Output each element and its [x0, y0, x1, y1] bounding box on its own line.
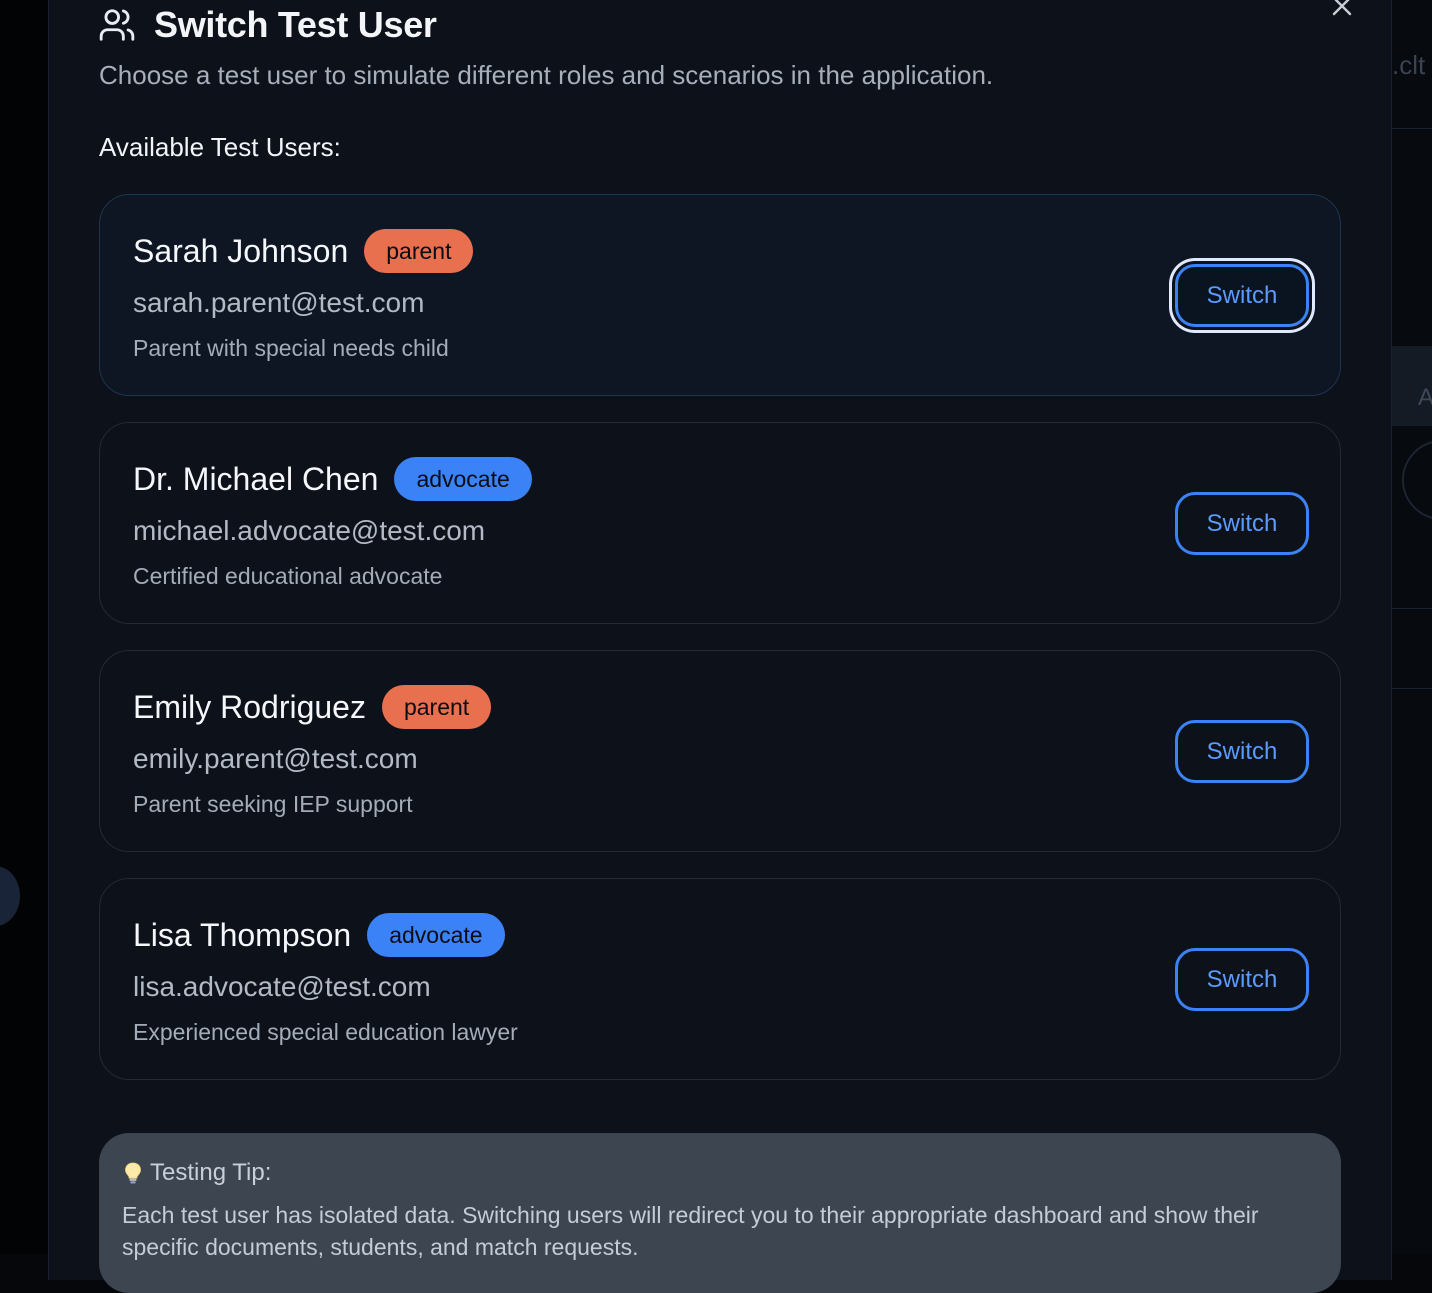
user-description: Experienced special education lawyer [133, 1019, 518, 1046]
tip-title: Testing Tip: [150, 1159, 271, 1187]
user-name-row: Lisa Thompson advocate [133, 913, 505, 957]
user-card-emily-rodriguez[interactable]: Emily Rodriguez parent emily.parent@test… [99, 650, 1341, 852]
user-email: michael.advocate@test.com [133, 515, 485, 547]
role-badge: parent [364, 229, 473, 273]
user-name: Sarah Johnson [133, 233, 348, 270]
role-badge: advocate [367, 913, 504, 957]
background-divider [1392, 128, 1432, 129]
dialog-title: Switch Test User [154, 4, 437, 46]
background-divider [1392, 608, 1432, 609]
switch-user-dialog [48, 0, 1392, 1280]
user-description: Certified educational advocate [133, 563, 442, 590]
user-email: sarah.parent@test.com [133, 287, 424, 319]
user-description: Parent with special needs child [133, 335, 449, 362]
switch-button-emily-rodriguez[interactable]: Switch [1175, 720, 1309, 783]
user-card-sarah-johnson[interactable]: Sarah Johnson parent sarah.parent@test.c… [99, 194, 1341, 396]
dialog-header: Switch Test User [98, 4, 437, 46]
role-badge: advocate [394, 457, 531, 501]
user-card-lisa-thompson[interactable]: Lisa Thompson advocate lisa.advocate@tes… [99, 878, 1341, 1080]
user-name: Emily Rodriguez [133, 689, 366, 726]
user-name-row: Emily Rodriguez parent [133, 685, 491, 729]
dialog-subtitle: Choose a test user to simulate different… [99, 60, 993, 91]
close-button[interactable] [1328, 0, 1356, 20]
user-name-row: Dr. Michael Chen advocate [133, 457, 532, 501]
user-email: emily.parent@test.com [133, 743, 418, 775]
user-card-michael-chen[interactable]: Dr. Michael Chen advocate michael.advoca… [99, 422, 1341, 624]
close-icon [1331, 0, 1353, 17]
users-icon [98, 6, 136, 44]
user-name: Lisa Thompson [133, 917, 351, 954]
background-letter-fragment: A [1418, 384, 1432, 412]
tip-title-row: Testing Tip: [122, 1159, 271, 1187]
user-description: Parent seeking IEP support [133, 791, 413, 818]
user-email: lisa.advocate@test.com [133, 971, 431, 1003]
role-badge: parent [382, 685, 491, 729]
testing-tip-box: Testing Tip: Each test user has isolated… [99, 1133, 1341, 1293]
section-label: Available Test Users: [99, 132, 341, 163]
user-name-row: Sarah Johnson parent [133, 229, 473, 273]
background-panel [1392, 0, 1432, 1254]
lightbulb-icon [122, 1161, 144, 1185]
switch-button-michael-chen[interactable]: Switch [1175, 492, 1309, 555]
switch-button-lisa-thompson[interactable]: Switch [1175, 948, 1309, 1011]
tip-body: Each test user has isolated data. Switch… [122, 1199, 1322, 1263]
user-name: Dr. Michael Chen [133, 461, 378, 498]
background-text-fragment: .clt [1392, 50, 1425, 81]
background-divider [1392, 688, 1432, 689]
switch-button-sarah-johnson[interactable]: Switch [1175, 264, 1309, 327]
